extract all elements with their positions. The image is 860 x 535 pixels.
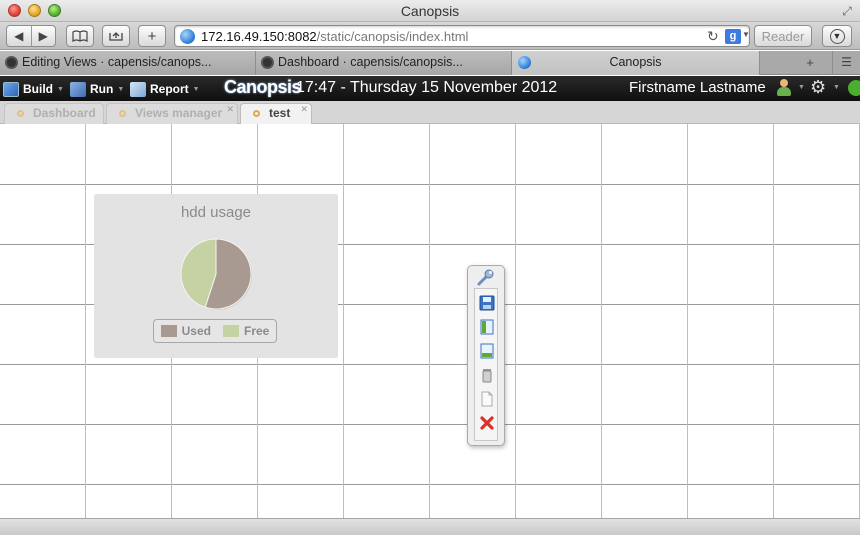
tab-label: Views manager	[135, 106, 223, 120]
tab-overview-icon[interactable]: ☰	[832, 51, 860, 75]
power-icon[interactable]	[848, 80, 860, 96]
window-titlebar: Canopsis ⤢	[0, 0, 860, 22]
user-name[interactable]: Firstname Lastname	[629, 79, 766, 96]
url-text[interactable]: 172.16.49.150:8082/static/canopsis/index…	[201, 29, 468, 44]
legend-item-used[interactable]: Used	[160, 324, 211, 338]
edit-tool-palette[interactable]	[467, 265, 505, 446]
fullscreen-icon[interactable]: ⤢	[840, 4, 854, 18]
view-icon	[17, 110, 24, 117]
back-forward-buttons: ◀ ▶	[6, 25, 56, 47]
chevron-down-icon[interactable]: ▼	[742, 30, 750, 39]
url-host: 172.16.49.150:8082	[201, 29, 317, 44]
menu-run-label: Run	[90, 82, 114, 96]
run-icon	[70, 81, 86, 97]
github-icon	[261, 56, 274, 69]
status-bar	[0, 518, 860, 535]
chevron-down-icon[interactable]: ▼	[798, 84, 805, 91]
top-sites-icon	[109, 32, 123, 41]
close-tab-icon[interactable]: ✕	[300, 100, 308, 119]
window-title: Canopsis	[400, 3, 460, 19]
report-icon	[130, 81, 146, 97]
tab-label: Dashboard	[33, 106, 96, 120]
download-icon: ▼	[829, 28, 845, 44]
menu-build-label: Build	[23, 82, 53, 96]
legend-swatch	[160, 325, 177, 337]
close-icon[interactable]	[478, 414, 496, 432]
legend-swatch	[222, 325, 239, 337]
widget-title: hdd usage	[180, 204, 252, 221]
browser-tab-label: Editing Views · capensis/canops...	[22, 55, 212, 69]
menu-build[interactable]: Build ▼	[3, 80, 64, 98]
document-icon[interactable]	[478, 390, 496, 408]
plus-icon: +	[147, 27, 157, 45]
tab-test[interactable]: test ✕	[240, 103, 312, 124]
reader-button[interactable]: Reader	[754, 25, 812, 47]
build-icon	[3, 81, 19, 97]
tab-label: test	[269, 106, 291, 120]
tool-list	[474, 288, 498, 441]
github-icon	[5, 56, 18, 69]
view-editor-grid[interactable]: hdd usage Used Free	[0, 124, 860, 518]
view-icon	[253, 110, 260, 117]
new-tab-plus-icon[interactable]: +	[798, 51, 822, 75]
globe-icon	[518, 56, 531, 69]
view-icon	[119, 110, 126, 117]
back-icon[interactable]: ◀	[7, 29, 31, 43]
tab-dashboard[interactable]: Dashboard	[4, 103, 104, 124]
new-tab-button[interactable]: +	[138, 25, 166, 47]
gear-icon[interactable]: ⚙	[810, 77, 826, 98]
browser-toolbar: ◀ ▶ + 172.16.49.150:8082/static/canopsis…	[0, 22, 860, 50]
tab-views-manager[interactable]: Views manager ✕	[106, 103, 238, 124]
user-icon[interactable]	[776, 79, 792, 97]
reload-icon[interactable]: ↻	[707, 28, 719, 45]
chart-legend: Used Free	[153, 319, 277, 343]
pie-chart	[180, 238, 252, 310]
view-tab-strip: Dashboard Views manager ✕ test ✕	[0, 101, 860, 124]
globe-icon	[180, 29, 195, 44]
book-icon	[72, 30, 88, 42]
downloads-button[interactable]: ▼	[822, 25, 852, 47]
forward-icon[interactable]: ▶	[31, 29, 55, 43]
column-layout-icon[interactable]	[478, 318, 496, 336]
chevron-down-icon: ▼	[57, 85, 64, 93]
browser-tab-label: Canopsis	[609, 55, 662, 69]
chart-widget[interactable]: hdd usage Used Free	[94, 194, 338, 358]
save-icon[interactable]	[478, 294, 496, 312]
menu-report[interactable]: Report ▼	[130, 80, 200, 98]
app-menu-bar: Build ▼ Run ▼ Report ▼ Canopsis 17:47 - …	[0, 76, 860, 101]
bookmarks-button[interactable]	[66, 25, 94, 47]
legend-label: Used	[181, 324, 211, 338]
menu-run[interactable]: Run ▼	[70, 80, 124, 98]
url-path: /static/canopsis/index.html	[316, 29, 469, 44]
chevron-down-icon: ▼	[192, 85, 200, 93]
app-logo: Canopsis	[224, 77, 302, 97]
chevron-down-icon: ▼	[117, 85, 125, 93]
trash-icon[interactable]	[478, 366, 496, 384]
browser-tab-label: Dashboard · capensis/canopsis...	[278, 55, 463, 69]
menu-report-label: Report	[150, 82, 189, 96]
legend-item-free[interactable]: Free	[222, 324, 270, 338]
row-layout-icon[interactable]	[478, 342, 496, 360]
top-sites-button[interactable]	[102, 25, 130, 47]
browser-tab-strip: Editing Views · capensis/canops... Dashb…	[0, 51, 860, 75]
browser-tab-active[interactable]: Canopsis	[512, 51, 760, 75]
browser-tab[interactable]: Editing Views · capensis/canops...	[0, 51, 256, 75]
chevron-down-icon[interactable]: ▼	[833, 84, 840, 91]
browser-tab[interactable]: Dashboard · capensis/canopsis...	[256, 51, 512, 75]
wrench-icon[interactable]	[472, 268, 500, 288]
search-engine-icon[interactable]: g	[725, 29, 741, 44]
clock-display: 17:47 - Thursday 15 November 2012	[296, 79, 558, 96]
address-bar[interactable]: 172.16.49.150:8082/static/canopsis/index…	[174, 25, 750, 47]
legend-label: Free	[243, 324, 270, 338]
close-tab-icon[interactable]: ✕	[226, 100, 234, 119]
